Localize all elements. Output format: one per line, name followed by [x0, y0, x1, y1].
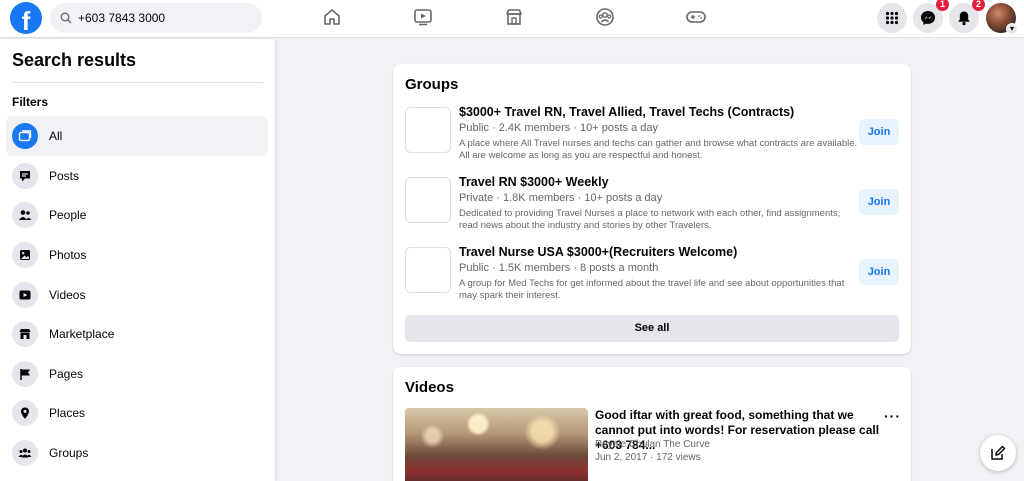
group-result-row: $3000+ Travel RN, Travel Allied, Travel …	[405, 105, 899, 169]
group-meta: Public · 2.4K members · 10+ posts a day	[459, 122, 659, 134]
sidebar-item-label: Videos	[49, 288, 86, 302]
sidebar-item-marketplace[interactable]: Marketplace	[6, 314, 268, 354]
group-name[interactable]: Travel RN $3000+ Weekly	[459, 175, 609, 189]
groups-section-title: Groups	[405, 76, 459, 93]
sidebar-item-label: People	[49, 208, 87, 222]
more-options-icon[interactable]: ···	[884, 408, 901, 424]
groups-icon[interactable]	[594, 6, 616, 28]
group-description: A place where All Travel nurses and tech…	[459, 138, 858, 161]
join-group-button[interactable]: Join	[859, 259, 899, 285]
sidebar-item-photos[interactable]: Photos	[6, 235, 268, 275]
videos-results-card: Videos Good iftar with great food, somet…	[393, 367, 911, 481]
sidebar-item-label: All	[49, 129, 63, 143]
places-icon	[12, 400, 38, 426]
menu-grid-button[interactable]	[877, 3, 907, 33]
notifications-button[interactable]: 2	[949, 0, 985, 33]
sidebar-divider	[12, 82, 263, 83]
search-input[interactable]	[78, 11, 248, 25]
sidebar-item-label: Places	[49, 406, 86, 420]
see-all-groups-button[interactable]: See all	[405, 315, 899, 342]
group-meta: Private · 1.8K members · 10+ posts a day	[459, 192, 663, 204]
group-description: Dedicated to providing Travel Nurses a p…	[459, 208, 841, 231]
grid-icon	[885, 11, 899, 25]
sidebar-item-label: Pages	[49, 367, 84, 381]
video-thumbnail[interactable]	[405, 408, 588, 481]
sidebar-item-people[interactable]: People	[6, 195, 268, 235]
sidebar-item-posts[interactable]: Posts	[6, 156, 268, 196]
notifications-badge: 2	[972, 0, 985, 11]
group-thumbnail[interactable]	[405, 177, 451, 223]
groups-icon	[12, 440, 38, 466]
filters-label: Filters	[12, 95, 49, 109]
sidebar-item-places[interactable]: Places	[6, 393, 268, 433]
top-navigation-bar: f 1 2 ▾	[0, 0, 1024, 38]
sidebar-item-pages[interactable]: Pages	[6, 354, 268, 394]
group-name[interactable]: $3000+ Travel RN, Travel Allied, Travel …	[459, 105, 794, 119]
join-group-button[interactable]: Join	[859, 189, 899, 215]
bell-icon	[958, 11, 970, 26]
groups-results-card: Groups $3000+ Travel RN, Travel Allied, …	[393, 64, 911, 354]
marketplace-icon	[12, 321, 38, 347]
messenger-badge: 1	[936, 0, 949, 11]
search-icon	[60, 12, 72, 24]
marketplace-icon[interactable]	[503, 6, 525, 28]
messenger-button[interactable]: 1	[913, 0, 949, 33]
posts-icon	[12, 163, 38, 189]
sidebar-item-label: Groups	[49, 446, 89, 460]
sidebar-title: Search results	[12, 50, 137, 70]
group-description: A group for Med Techs for get informed a…	[459, 278, 845, 301]
search-box[interactable]	[50, 3, 262, 33]
gaming-icon[interactable]	[685, 6, 707, 28]
video-meta: Jun 2, 2017 · 172 views	[595, 452, 701, 463]
group-meta: Public · 1.5K members · 8 posts a month	[459, 262, 659, 274]
pages-icon	[12, 361, 38, 387]
sidebar-item-all[interactable]: All	[6, 116, 268, 156]
search-filters-sidebar: Search results Filters All Posts People …	[0, 39, 275, 481]
sidebar-item-videos[interactable]: Videos	[6, 275, 268, 315]
group-result-row: Travel RN $3000+ Weekly Private · 1.8K m…	[405, 175, 899, 239]
videos-section-title: Videos	[405, 379, 454, 396]
people-icon	[12, 202, 38, 228]
sidebar-item-groups[interactable]: Groups	[6, 433, 268, 473]
group-name[interactable]: Travel Nurse USA $3000+(Recruiters Welco…	[459, 245, 737, 259]
group-thumbnail[interactable]	[405, 247, 451, 293]
compose-icon	[991, 445, 1006, 460]
video-source[interactable]: Royale Chulan The Curve	[595, 439, 710, 450]
photos-icon	[12, 242, 38, 268]
watch-icon[interactable]	[412, 6, 434, 28]
group-thumbnail[interactable]	[405, 107, 451, 153]
join-group-button[interactable]: Join	[859, 119, 899, 145]
facebook-logo-icon[interactable]: f	[10, 2, 42, 34]
new-message-button[interactable]	[980, 435, 1016, 471]
messenger-icon	[921, 11, 935, 25]
home-icon[interactable]	[321, 6, 343, 28]
all-icon	[12, 123, 38, 149]
sidebar-item-label: Marketplace	[49, 327, 115, 341]
sidebar-item-label: Posts	[49, 169, 80, 183]
videos-icon	[12, 282, 38, 308]
sidebar-item-label: Photos	[49, 248, 87, 262]
group-result-row: Travel Nurse USA $3000+(Recruiters Welco…	[405, 245, 899, 309]
chevron-down-icon[interactable]: ▾	[1006, 23, 1018, 35]
